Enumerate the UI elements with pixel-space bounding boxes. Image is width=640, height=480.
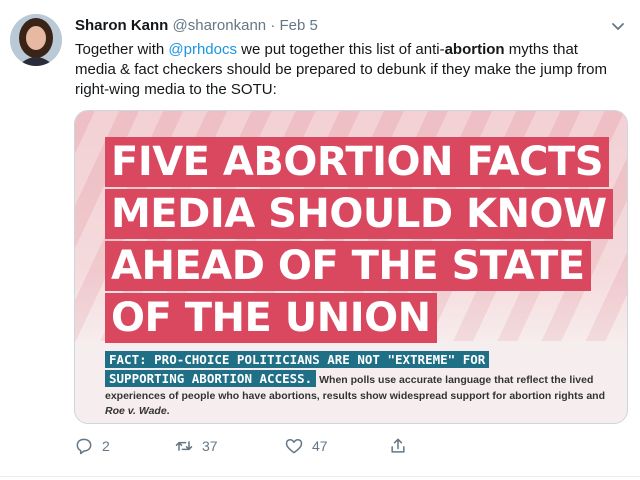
share-icon <box>391 438 405 453</box>
tweet-date[interactable]: Feb 5 <box>279 17 317 34</box>
retweet-button[interactable]: 37 <box>174 434 218 458</box>
tweet-text-bold: abortion <box>444 41 505 58</box>
fact-heading: FACT: PRO-CHOICE POLITICIANS ARE NOT "EX… <box>105 351 490 368</box>
headline-line: MEDIA SHOULD KNOW <box>105 189 613 239</box>
fact-heading: SUPPORTING ABORTION ACCESS. <box>105 370 317 387</box>
like-count: 47 <box>312 438 328 454</box>
tweet-text: Together with @prhdocs we put together t… <box>75 40 620 100</box>
tweet-actions: 2 37 47 <box>74 434 474 458</box>
mention-link[interactable]: @prhdocs <box>168 41 237 58</box>
like-button[interactable]: 47 <box>284 434 328 458</box>
retweet-icon <box>175 441 193 451</box>
avatar[interactable] <box>10 14 62 66</box>
fact-block: FACT: PRO-CHOICE POLITICIANS ARE NOT "EX… <box>105 351 610 419</box>
media-card[interactable]: FIVE ABORTION FACTS MEDIA SHOULD KNOW AH… <box>74 110 628 424</box>
tweet-header: Sharon Kann @sharonkann · Feb 5 <box>75 16 318 36</box>
card-headline: FIVE ABORTION FACTS MEDIA SHOULD KNOW AH… <box>105 137 615 345</box>
tweet-text-part: we put together this list of anti- <box>236 41 445 58</box>
separator-dot: · <box>270 17 276 34</box>
reply-button[interactable]: 2 <box>74 434 110 458</box>
avatar-image <box>10 14 62 66</box>
share-button[interactable] <box>388 434 408 458</box>
tweet: Sharon Kann @sharonkann · Feb 5 Together… <box>0 0 640 480</box>
like-icon <box>285 439 303 454</box>
headline-line: AHEAD OF THE STATE <box>105 241 591 291</box>
retweet-count: 37 <box>202 438 218 454</box>
author-name[interactable]: Sharon Kann <box>75 17 168 34</box>
reply-icon <box>76 438 92 455</box>
headline-line: OF THE UNION <box>105 293 437 343</box>
reply-count: 2 <box>102 438 110 454</box>
headline-line: FIVE ABORTION FACTS <box>105 137 610 187</box>
fact-body-italic: Roe v. Wade <box>105 405 167 417</box>
caret-down-icon[interactable] <box>610 18 626 34</box>
fact-body-end: . <box>166 405 170 417</box>
divider <box>0 476 640 477</box>
author-handle[interactable]: @sharonkann <box>173 17 267 34</box>
tweet-text-part: Together with <box>75 41 169 58</box>
